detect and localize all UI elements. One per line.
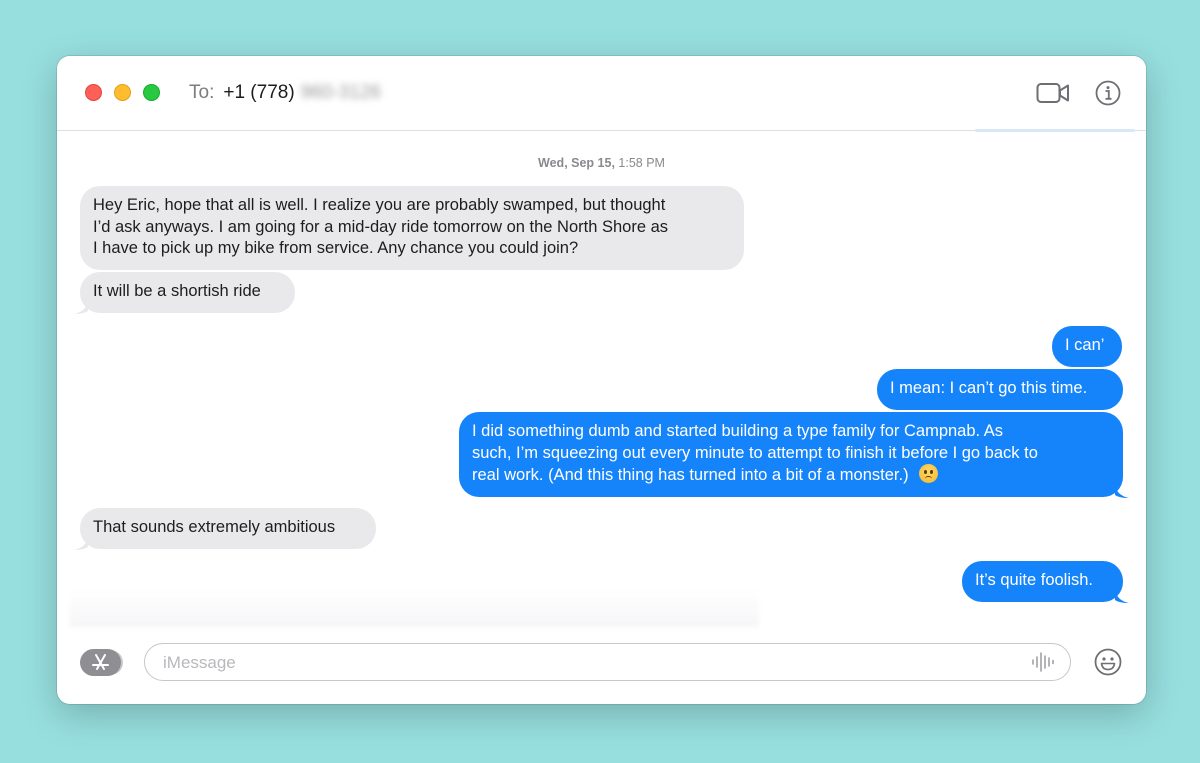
bubble-tail: [1115, 589, 1129, 603]
messages-window: To: +1 (778) 960-3126 Wed, Sep 15, 1:58 …: [57, 56, 1146, 704]
recipient-number: +1 (778): [223, 82, 295, 103]
app-store-icon: [92, 654, 109, 670]
message-line: real work. (And this thing has turned in…: [472, 466, 909, 484]
message-line: I’d ask anyways. I am going for a mid-da…: [93, 217, 669, 236]
incoming-message-bubble[interactable]: Hey Eric, hope that all is well. I reali…: [80, 186, 744, 270]
message-line: Hey Eric, hope that all is well. I reali…: [93, 196, 666, 214]
outgoing-message-bubble[interactable]: I mean: I can’t go this time.: [877, 369, 1123, 410]
bubble-tail: [74, 300, 88, 314]
message-line: I mean: I can’t go this time.: [890, 379, 1088, 397]
outgoing-message-bubble[interactable]: I can’: [1052, 326, 1122, 367]
close-window-button[interactable]: [85, 84, 102, 101]
audio-waveform-icon[interactable]: [1031, 651, 1055, 673]
timestamp-day: Wed, Sep 15,: [538, 156, 615, 170]
incoming-message-bubble[interactable]: That sounds extremely ambitious: [74, 508, 376, 550]
video-camera-icon[interactable]: [1036, 82, 1070, 104]
message-line-with-emoji: real work. (And this thing has turned in…: [472, 464, 1109, 487]
message-line: That sounds extremely ambitious: [93, 518, 336, 536]
bubble-tail: [1115, 484, 1129, 498]
message-line: I can’: [1065, 336, 1105, 354]
zoom-window-button[interactable]: [143, 84, 160, 101]
message-transcript[interactable]: Wed, Sep 15, 1:58 PM Hey Eric, hope that…: [57, 131, 1146, 629]
minimize-window-button[interactable]: [114, 84, 131, 101]
frowning-face-emoji: [918, 464, 938, 483]
to-label: To:: [189, 82, 215, 103]
recipient-number-redacted: 960-3126: [300, 82, 381, 103]
info-icon[interactable]: [1095, 80, 1121, 106]
message-line: It will be a shortish ride: [93, 282, 261, 300]
message-line: such, I’m squeezing out every minute to …: [472, 443, 1038, 462]
title-bar: To: +1 (778) 960-3126: [57, 56, 1146, 132]
incoming-message-bubble[interactable]: It will be a shortish ride: [74, 272, 295, 314]
outgoing-message-bubble[interactable]: I did something dumb and started buildin…: [459, 412, 1129, 498]
typing-area-fade: [69, 589, 759, 627]
apps-button[interactable]: [80, 649, 121, 676]
emoji-face-icon[interactable]: [1094, 648, 1122, 676]
message-composer[interactable]: [144, 643, 1071, 681]
imessage-input[interactable]: [161, 644, 1015, 681]
message-line: It’s quite foolish.: [975, 571, 1094, 589]
timestamp-time: 1:58 PM: [618, 156, 665, 170]
bubble-tail: [74, 536, 88, 550]
outgoing-message-bubble[interactable]: It’s quite foolish.: [962, 561, 1129, 603]
message-line: I did something dumb and started buildin…: [472, 422, 1004, 440]
conversation-timestamp: Wed, Sep 15, 1:58 PM: [57, 156, 1146, 170]
recipient-field[interactable]: To: +1 (778) 960-3126: [189, 81, 381, 105]
message-line: I have to pick up my bike from service. …: [93, 239, 579, 257]
